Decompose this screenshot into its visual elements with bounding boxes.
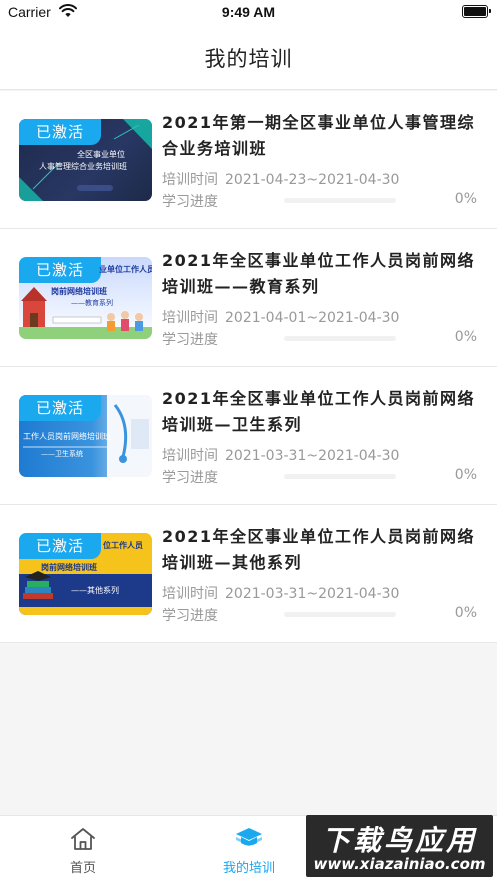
thumbnail-text: 岗前网络培训班 (51, 286, 107, 296)
battery-icon (462, 5, 491, 18)
thumbnail-text: 位工作人员 (103, 540, 143, 550)
dates-value: 2021-03-31~2021-04-30 (225, 448, 400, 464)
progress-label: 学习进度 (162, 608, 218, 624)
navigation-bar: 我的培训 (0, 26, 497, 90)
dates-value: 2021-03-31~2021-04-30 (225, 586, 400, 602)
thumbnail-text: 工作人员岗前网络培训班 (23, 432, 111, 441)
progress-value: 0% (454, 605, 477, 621)
watermark-title: 下载鸟应用 (321, 824, 477, 857)
course-thumbnail: 已激活 业单位工作人员 岗前网络培训班 ——教育系列 (19, 257, 152, 339)
course-card[interactable]: 已激活 工作人员岗前网络培训班 ——卫生系统 2021年全区事业单位工作人员岗前… (0, 367, 497, 505)
progress-label: 学习进度 (162, 470, 218, 486)
course-title: 2021年全区事业单位工作人员岗前网络培训班——教育系列 (162, 251, 476, 296)
thumbnail-text: 业单位工作人员 (99, 264, 152, 274)
dates-label: 培训时间 (162, 172, 218, 188)
tab-home[interactable]: 首页 (0, 816, 166, 883)
progress-row: 学习进度 0% (162, 329, 477, 348)
activated-badge: 已激活 (19, 119, 101, 145)
thumbnail-text: ——教育系列 (71, 299, 113, 307)
course-dates: 培训时间 2021-04-23~2021-04-30 (162, 169, 399, 189)
progress-bar (284, 198, 396, 203)
dates-label: 培训时间 (162, 448, 218, 464)
progress-row: 学习进度 0% (162, 191, 477, 210)
thumbnail-text: ——其他系列 (71, 586, 119, 595)
dates-value: 2021-04-23~2021-04-30 (225, 172, 400, 188)
course-title: 2021年全区事业单位工作人员岗前网络培训班—其他系列 (162, 527, 476, 572)
dates-label: 培训时间 (162, 586, 218, 602)
course-dates: 培训时间 2021-03-31~2021-04-30 (162, 583, 399, 603)
home-icon (71, 828, 95, 850)
progress-value: 0% (454, 329, 477, 345)
page-title: 我的培训 (204, 47, 293, 71)
course-title: 2021年第一期全区事业单位人事管理综合业务培训班 (162, 113, 476, 158)
course-thumbnail: 已激活 全区事业单位 人事管理综合业务培训班 (19, 119, 152, 201)
thumbnail-text: 岗前网络培训班 (41, 562, 97, 572)
thumbnail-text: ——卫生系统 (41, 450, 83, 458)
course-card[interactable]: 已激活 全区事业单位 人事管理综合业务培训班 2021年第一期全区事业单位人事管… (0, 91, 497, 229)
course-title: 2021年全区事业单位工作人员岗前网络培训班—卫生系列 (162, 389, 476, 434)
course-thumbnail: 已激活 位工作人员 岗前网络培训班 ——其他系列 (19, 533, 152, 615)
status-bar: Carrier 9:49 AM (0, 0, 497, 26)
progress-bar (284, 474, 396, 479)
progress-value: 0% (454, 467, 477, 483)
dates-value: 2021-04-01~2021-04-30 (225, 310, 400, 326)
course-dates: 培训时间 2021-03-31~2021-04-30 (162, 445, 399, 465)
progress-value: 0% (454, 191, 477, 207)
tab-label: 首页 (69, 861, 96, 876)
course-card[interactable]: 已激活 业单位工作人员 岗前网络培训班 ——教育系列 2021年全区事业单位工作… (0, 229, 497, 367)
watermark-logo: 下载鸟应用 www.xiazainiao.com (306, 815, 493, 877)
course-thumbnail: 已激活 工作人员岗前网络培训班 ——卫生系统 (19, 395, 152, 477)
activated-badge: 已激活 (19, 257, 101, 283)
tab-bar: 首页 我的培训 下载鸟应用 www.xiazainiao.com (0, 815, 497, 883)
thumbnail-text: 人事管理综合业务培训班 (39, 162, 127, 171)
thumbnail-text: 全区事业单位 (77, 150, 125, 159)
progress-row: 学习进度 0% (162, 467, 477, 486)
progress-row: 学习进度 0% (162, 605, 477, 624)
progress-label: 学习进度 (162, 332, 218, 348)
dates-label: 培训时间 (162, 310, 218, 326)
activated-badge: 已激活 (19, 395, 101, 421)
course-dates: 培训时间 2021-04-01~2021-04-30 (162, 307, 399, 327)
watermark-url: www.xiazainiao.com (313, 855, 486, 873)
course-list: 已激活 全区事业单位 人事管理综合业务培训班 2021年第一期全区事业单位人事管… (0, 91, 497, 643)
status-time: 9:49 AM (221, 4, 276, 20)
progress-bar (284, 612, 396, 617)
course-card[interactable]: 已激活 位工作人员 岗前网络培训班 ——其他系列 2021年全区事业单位工作人员… (0, 505, 497, 643)
activated-badge: 已激活 (19, 533, 101, 559)
graduation-cap-icon (236, 828, 262, 846)
progress-bar (284, 336, 396, 341)
progress-label: 学习进度 (162, 194, 218, 210)
